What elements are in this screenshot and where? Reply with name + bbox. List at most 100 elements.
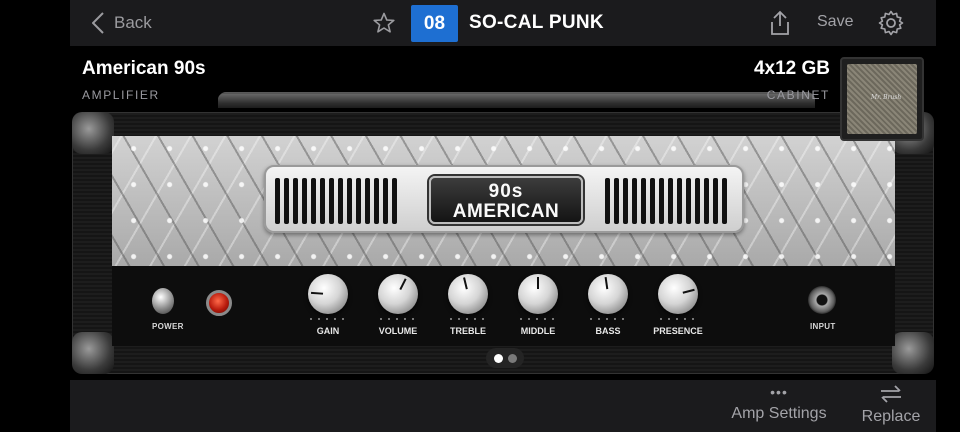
knob-volume[interactable] — [378, 274, 418, 314]
scale-dot — [590, 318, 592, 320]
vent-slot — [320, 178, 325, 224]
knob-bass[interactable] — [588, 274, 628, 314]
scale-dot — [404, 318, 406, 320]
scale-dot — [396, 318, 398, 320]
back-button[interactable]: Back — [92, 10, 152, 36]
vent-slot — [338, 178, 343, 224]
corner-protector — [72, 332, 114, 374]
amplifier-category-label: AMPLIFIER — [82, 88, 160, 102]
power-label: POWER — [152, 322, 184, 331]
preset-name[interactable]: SO-CAL PUNK — [469, 12, 604, 34]
scale-dot — [668, 318, 670, 320]
vent-slot — [623, 178, 628, 224]
scale-dot — [598, 318, 600, 320]
scale-dot — [676, 318, 678, 320]
scale-dot — [660, 318, 662, 320]
knob-scale-dots — [380, 318, 414, 320]
cabinet-category-label: CABINET — [766, 88, 830, 102]
amp-head[interactable]: 90s AMERICAN POWER GAIN VOLUME TREBLE MIDDL… — [72, 92, 934, 380]
knob-indicator — [604, 277, 609, 290]
knob-presence[interactable] — [658, 274, 698, 314]
amp-settings-button[interactable]: ••• Amp Settings — [726, 380, 832, 432]
top-bar: Back 08 SO-CAL PUNK Save — [70, 0, 936, 46]
knob-label: TREBLE — [450, 326, 486, 336]
corner-protector — [72, 112, 114, 154]
bottom-bar: ••• Amp Settings Replace — [70, 380, 936, 432]
page-indicator[interactable] — [486, 348, 524, 368]
badge-line-2: AMERICAN — [452, 201, 560, 222]
scale-dot — [388, 318, 390, 320]
scale-dot — [326, 318, 328, 320]
knob-label: PRESENCE — [653, 326, 703, 336]
vent-slot — [614, 178, 619, 224]
scale-dot — [450, 318, 452, 320]
vent-slot — [383, 178, 388, 224]
amplifier-name[interactable]: American 90s — [82, 58, 206, 80]
vent-slot — [311, 178, 316, 224]
knob-label: MIDDLE — [520, 326, 556, 336]
knob-label: GAIN — [316, 326, 340, 336]
amp-model-badge: 90s AMERICAN — [429, 176, 583, 224]
save-button[interactable]: Save — [817, 13, 853, 31]
share-icon[interactable] — [768, 10, 792, 36]
power-lamp — [206, 290, 232, 316]
scale-dot — [458, 318, 460, 320]
knob-indicator — [399, 278, 407, 290]
swap-arrows-icon — [881, 385, 901, 403]
scale-dot — [380, 318, 382, 320]
chevron-left-icon — [92, 12, 104, 34]
vent-panel: 90s AMERICAN — [264, 165, 744, 233]
knob-gain[interactable] — [308, 274, 348, 314]
vent-slot — [686, 178, 691, 224]
star-icon[interactable] — [372, 11, 396, 35]
vent-slot — [713, 178, 718, 224]
preset-number-badge[interactable]: 08 — [411, 5, 458, 42]
cabinet-name[interactable]: 4x12 GB — [754, 58, 830, 80]
scale-dot — [544, 318, 546, 320]
input-label: INPUT — [810, 322, 836, 331]
corner-protector — [892, 332, 934, 374]
scale-dot — [520, 318, 522, 320]
vent-slot — [347, 178, 352, 224]
vent-slot — [632, 178, 637, 224]
vent-slot — [356, 178, 361, 224]
knob-scale-dots — [590, 318, 624, 320]
knob-indicator — [310, 291, 324, 295]
knob-label: BASS — [595, 326, 621, 336]
badge-line-1: 90s — [488, 181, 524, 202]
cabinet-logo: Mr. Brush — [871, 94, 902, 101]
scale-dot — [606, 318, 608, 320]
vent-slot — [659, 178, 664, 224]
amp-settings-label: Amp Settings — [731, 405, 827, 422]
scale-dot — [614, 318, 616, 320]
vent-slot — [329, 178, 334, 224]
scale-dot — [536, 318, 538, 320]
gear-icon[interactable] — [878, 10, 904, 36]
power-toggle-switch[interactable] — [152, 288, 174, 314]
cabinet-thumbnail[interactable]: Mr. Brush — [840, 57, 924, 141]
knob-treble[interactable] — [448, 274, 488, 314]
input-jack — [808, 286, 836, 314]
scale-dot — [684, 318, 686, 320]
page-dot-active[interactable] — [493, 353, 503, 363]
vent-slot — [641, 178, 646, 224]
replace-button[interactable]: Replace — [856, 380, 926, 432]
vent-slot — [275, 178, 280, 224]
scale-dot — [412, 318, 414, 320]
scale-dot — [310, 318, 312, 320]
vent-slot — [695, 178, 700, 224]
scale-dot — [466, 318, 468, 320]
page-dot[interactable] — [507, 353, 517, 363]
back-label: Back — [114, 13, 152, 32]
scale-dot — [692, 318, 694, 320]
vent-slot — [374, 178, 379, 224]
knob-scale-dots — [660, 318, 694, 320]
knob-scale-dots — [450, 318, 484, 320]
scale-dot — [528, 318, 530, 320]
vent-slot — [293, 178, 298, 224]
knob-middle[interactable] — [518, 274, 558, 314]
vent-slot — [677, 178, 682, 224]
scale-dot — [342, 318, 344, 320]
vent-slot — [605, 178, 610, 224]
vent-slot — [722, 178, 727, 224]
